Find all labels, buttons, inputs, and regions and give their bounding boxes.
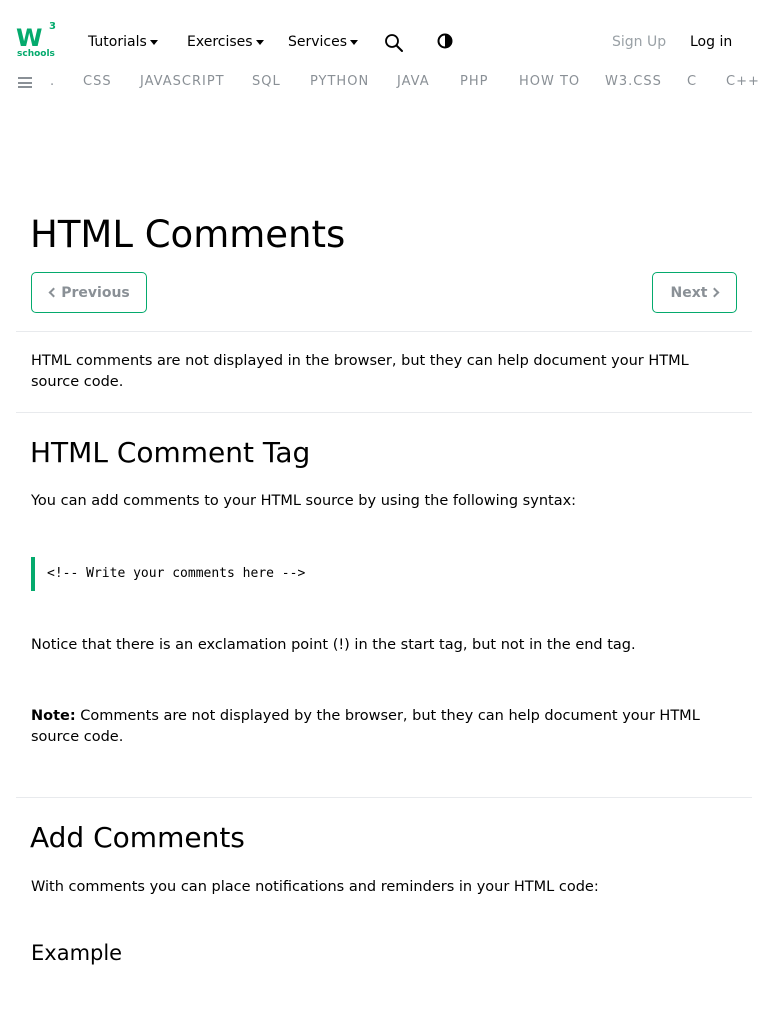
- exercises-menu[interactable]: Exercises: [187, 33, 264, 51]
- log-in-link[interactable]: Log in: [690, 33, 732, 51]
- subnav-item-c[interactable]: C: [687, 74, 697, 90]
- topic-subnav: . CSS JAVASCRIPT SQL PYTHON JAVA PHP HOW…: [0, 64, 768, 100]
- services-label: Services: [288, 34, 348, 50]
- divider: [16, 412, 752, 413]
- sign-up-link[interactable]: Sign Up: [612, 33, 666, 51]
- chevron-right-icon: [710, 287, 720, 298]
- note-label: Note:: [31, 708, 76, 724]
- page-title: HTML Comments: [30, 213, 346, 256]
- divider: [16, 797, 752, 798]
- add-comments-heading: Add Comments: [30, 821, 245, 854]
- search-icon[interactable]: [384, 33, 404, 53]
- subnav-item-sql[interactable]: SQL: [252, 74, 281, 90]
- w3schools-logo[interactable]: W 3 schools: [16, 22, 58, 60]
- notice-text: Notice that there is an exclamation poin…: [31, 637, 636, 653]
- caret-down-icon: [350, 40, 359, 45]
- code-block: <!-- Write your comments here -->: [31, 557, 741, 591]
- code-text: <!-- Write your comments here -->: [47, 566, 306, 581]
- subnav-item-howto[interactable]: HOW TO: [519, 74, 580, 90]
- subnav-item-php[interactable]: PHP: [460, 74, 488, 90]
- subnav-item-javascript[interactable]: JAVASCRIPT: [140, 74, 225, 90]
- logo-mark: W: [16, 24, 43, 52]
- next-button[interactable]: Next: [652, 272, 737, 313]
- subnav-item-python[interactable]: PYTHON: [310, 74, 369, 90]
- subnav-item-cpp[interactable]: C++: [726, 74, 760, 90]
- caret-down-icon: [255, 40, 264, 45]
- next-label: Next: [670, 284, 708, 301]
- subnav-item-java[interactable]: JAVA: [397, 74, 430, 90]
- subnav-item-w3css[interactable]: W3.CSS: [605, 74, 662, 90]
- contrast-icon[interactable]: [436, 32, 454, 50]
- logo-schools: schools: [17, 49, 55, 59]
- previous-button[interactable]: Previous: [31, 272, 147, 313]
- chevron-left-icon: [48, 287, 59, 298]
- tutorials-menu[interactable]: Tutorials: [88, 33, 158, 51]
- menu-icon[interactable]: [18, 77, 32, 88]
- note-text: Comments are not displayed by the browse…: [31, 708, 700, 745]
- top-navbar: W 3 schools Tutorials Exercises Services…: [0, 0, 768, 64]
- subnav-item-css[interactable]: CSS: [83, 74, 112, 90]
- subnav-item[interactable]: .: [50, 74, 55, 90]
- previous-label: Previous: [61, 284, 130, 301]
- comment-tag-heading: HTML Comment Tag: [30, 436, 311, 469]
- logo-superscript: 3: [49, 21, 56, 32]
- add-comments-text: With comments you can place notification…: [31, 879, 599, 895]
- intro-paragraph: HTML comments are not displayed in the b…: [31, 353, 689, 390]
- note-paragraph: Note: Comments are not displayed by the …: [31, 706, 741, 748]
- exercises-label: Exercises: [187, 34, 253, 50]
- divider: [16, 331, 752, 332]
- tutorials-label: Tutorials: [88, 34, 147, 50]
- example-heading: Example: [31, 941, 123, 965]
- caret-down-icon: [149, 40, 158, 45]
- syntax-intro-text: You can add comments to your HTML source…: [31, 493, 577, 509]
- services-menu[interactable]: Services: [288, 33, 359, 51]
